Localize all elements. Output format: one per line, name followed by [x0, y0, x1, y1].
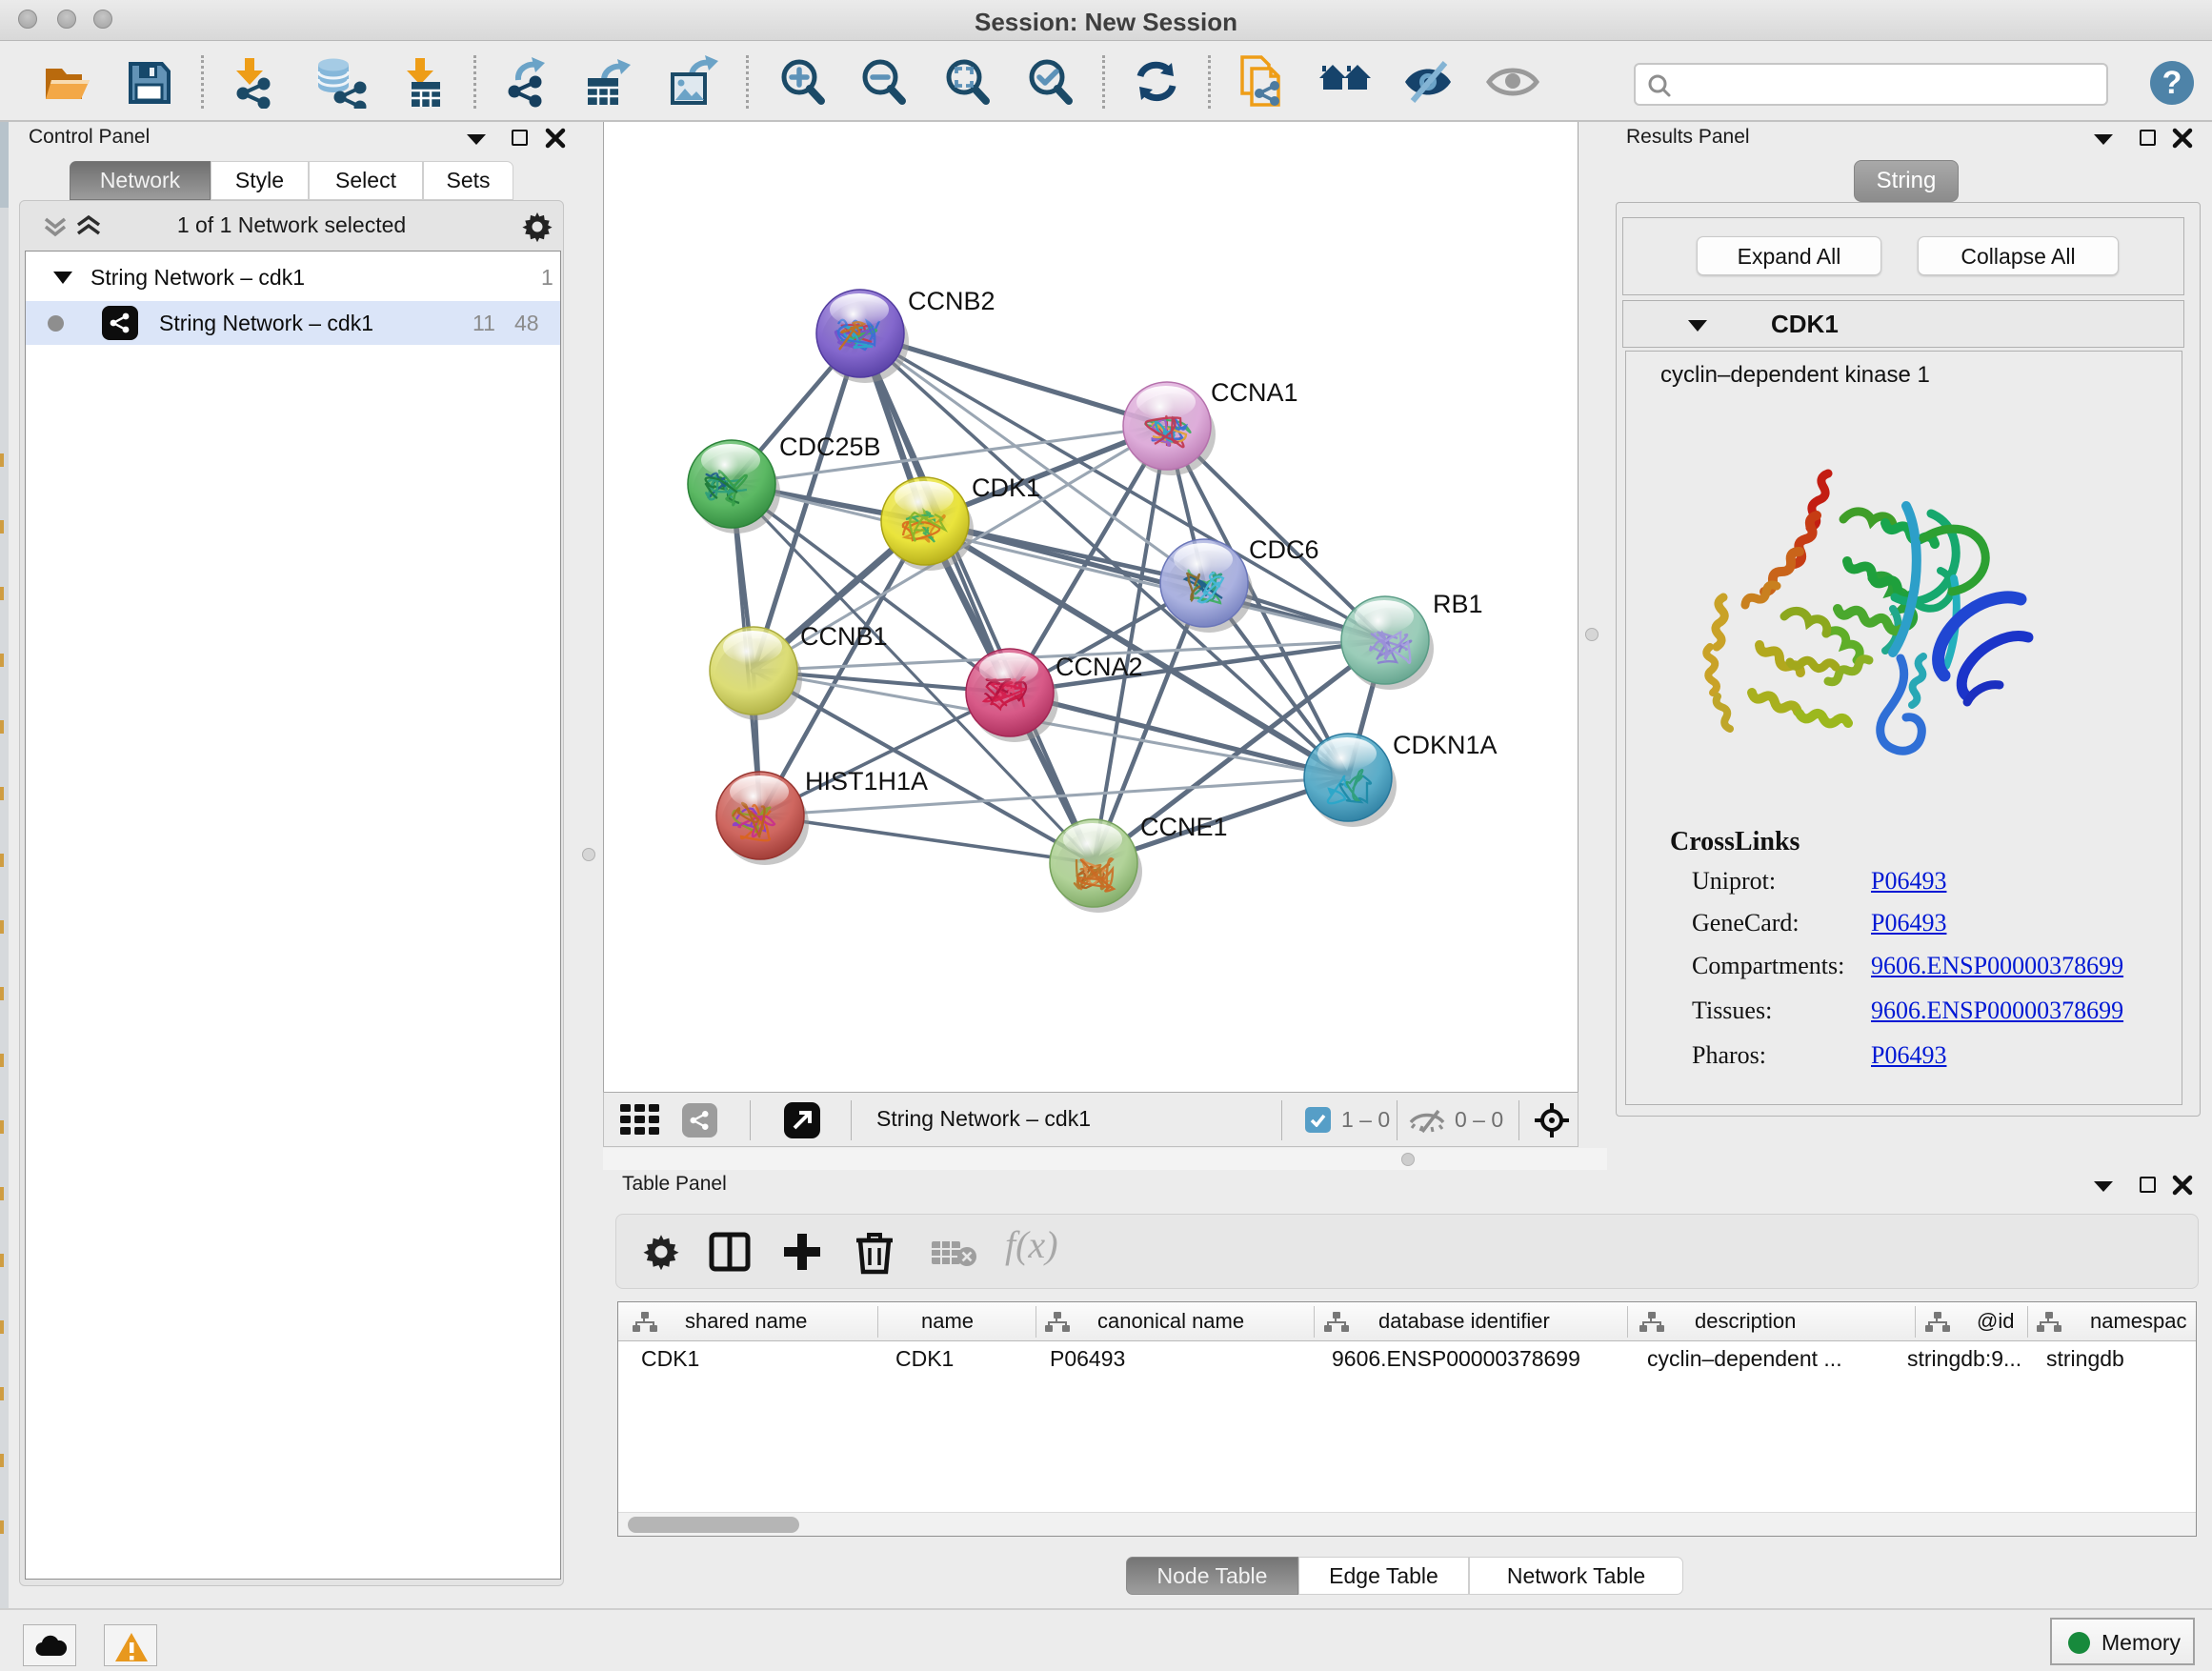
svg-text:CCNA2: CCNA2 [1056, 653, 1143, 681]
svg-text:CDC25B: CDC25B [779, 433, 881, 461]
svg-text:CCNB1: CCNB1 [800, 622, 888, 651]
svg-text:RB1: RB1 [1433, 590, 1483, 618]
svg-text:CDK1: CDK1 [972, 473, 1040, 502]
svg-text:CDKN1A: CDKN1A [1393, 731, 1498, 759]
svg-text:CDC6: CDC6 [1249, 535, 1319, 564]
svg-text:CCNE1: CCNE1 [1140, 813, 1228, 841]
svg-text:CCNB2: CCNB2 [908, 287, 995, 315]
svg-text:CCNA1: CCNA1 [1211, 378, 1298, 407]
svg-text:HIST1H1A: HIST1H1A [805, 767, 928, 795]
